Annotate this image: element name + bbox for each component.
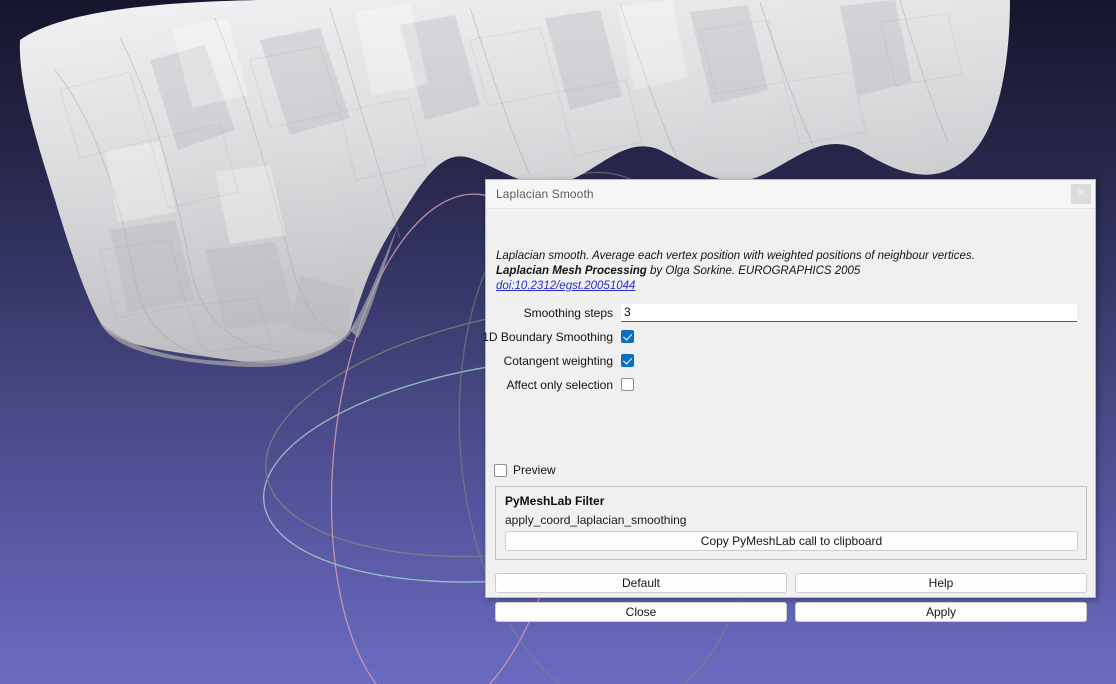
close-icon[interactable]: ✕	[1071, 184, 1091, 204]
param-label-affect-only-selection: Affect only selection	[1, 378, 621, 392]
pymeshlab-filter-name: apply_coord_laplacian_smoothing	[505, 513, 686, 527]
paper-title: Laplacian Mesh Processing	[496, 265, 647, 277]
param-row-1d-boundary-smoothing: 1D Boundary Smoothing	[486, 327, 1097, 346]
preview-label: Preview	[513, 463, 556, 477]
checkbox-affect-only-selection[interactable]	[621, 378, 634, 391]
close-button[interactable]: Close	[495, 602, 787, 622]
checkbox-cotangent-weighting[interactable]	[621, 354, 634, 367]
doi-link[interactable]: doi:10.2312/egst.20051044	[496, 279, 1086, 294]
help-button[interactable]: Help	[795, 573, 1087, 593]
filter-description: Laplacian smooth. Average each vertex po…	[496, 249, 1086, 294]
preview-row[interactable]: Preview	[494, 463, 556, 477]
checkbox-preview[interactable]	[494, 464, 507, 477]
groupbox-title: PyMeshLab Filter	[505, 494, 604, 508]
parameters-list: Smoothing steps 1D Boundary Smoothing Co…	[486, 303, 1097, 394]
description-line-1: Laplacian smooth. Average each vertex po…	[496, 249, 1086, 264]
paper-authors: by Olga Sorkine. EUROGRAPHICS 2005	[647, 265, 860, 277]
param-row-smoothing-steps: Smoothing steps	[486, 303, 1097, 322]
copy-pymeshlab-call-button[interactable]: Copy PyMeshLab call to clipboard	[505, 531, 1078, 551]
pymeshlab-filter-groupbox: PyMeshLab Filter apply_coord_laplacian_s…	[495, 486, 1087, 560]
default-button[interactable]: Default	[495, 573, 787, 593]
laplacian-smooth-dialog: Laplacian Smooth ✕ Laplacian smooth. Ave…	[485, 179, 1096, 598]
checkbox-1d-boundary-smoothing[interactable]	[621, 330, 634, 343]
param-label-1d-boundary-smoothing: 1D Boundary Smoothing	[1, 330, 621, 344]
param-row-affect-only-selection: Affect only selection	[486, 375, 1097, 394]
apply-button[interactable]: Apply	[795, 602, 1087, 622]
dialog-title: Laplacian Smooth	[496, 187, 594, 201]
smoothing-steps-input[interactable]	[621, 304, 1077, 322]
param-row-cotangent-weighting: Cotangent weighting	[486, 351, 1097, 370]
param-label-smoothing-steps: Smoothing steps	[1, 306, 621, 320]
description-line-2: Laplacian Mesh Processing by Olga Sorkin…	[496, 264, 1086, 279]
dialog-titlebar[interactable]: Laplacian Smooth ✕	[486, 180, 1095, 209]
dialog-body: Laplacian smooth. Average each vertex po…	[486, 209, 1095, 599]
param-label-cotangent-weighting: Cotangent weighting	[1, 354, 621, 368]
